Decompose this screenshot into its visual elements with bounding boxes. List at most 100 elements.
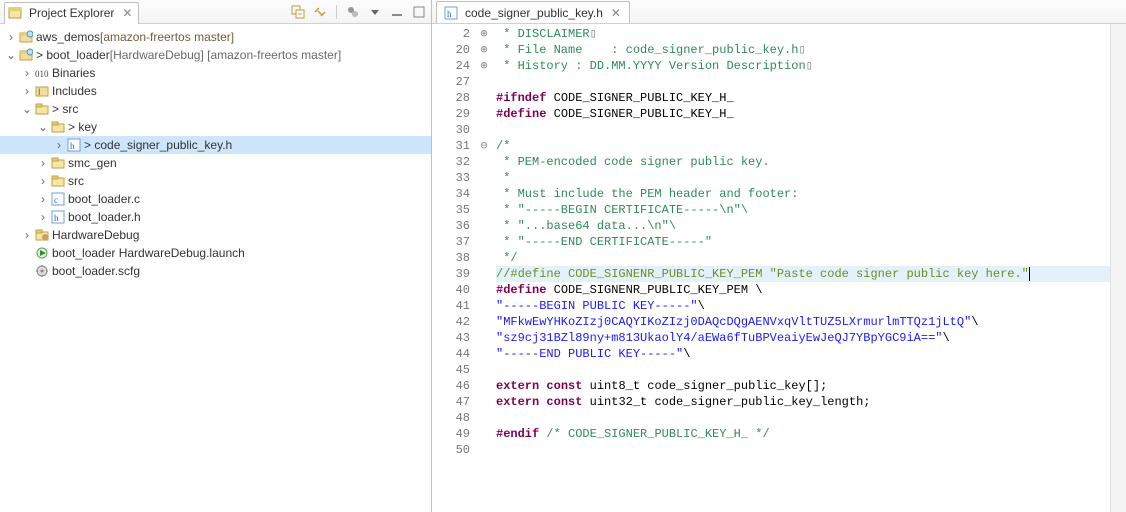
project-icon [18, 47, 34, 63]
close-icon[interactable]: ✕ [122, 6, 132, 20]
code-line[interactable]: "-----BEGIN PUBLIC KEY-----"\ [496, 298, 1110, 314]
tree-item-bl_c[interactable]: ›cboot_loader.c [0, 190, 431, 208]
folder-icon [50, 119, 66, 135]
code-line[interactable]: /* [496, 138, 1110, 154]
chevron-down-icon[interactable]: ⌄ [36, 120, 50, 134]
tree-item-src2[interactable]: › src [0, 172, 431, 190]
view-menu-icon[interactable] [367, 4, 383, 20]
code-line[interactable]: * "...base64 data...\n"\ [496, 218, 1110, 234]
chevron-down-icon[interactable]: ⌄ [20, 102, 34, 116]
tree-item-src[interactable]: ⌄src [0, 100, 431, 118]
chevron-right-icon[interactable]: › [36, 210, 50, 224]
tree-item-hwdebug[interactable]: ›HardwareDebug [0, 226, 431, 244]
tree-item-includes[interactable]: ›IIncludes [0, 82, 431, 100]
minimize-icon[interactable] [389, 4, 405, 20]
tree-item-smc_gen[interactable]: ›smc_gen [0, 154, 431, 172]
tree-item-label: boot_loader HardwareDebug.launch [52, 246, 245, 260]
link-editor-icon[interactable] [312, 4, 328, 20]
chevron-right-icon[interactable]: › [52, 138, 66, 152]
code-token: \ [698, 299, 705, 313]
code-line[interactable]: extern const uint8_t code_signer_public_… [496, 378, 1110, 394]
fold-expanded-icon[interactable]: ⊖ [476, 138, 492, 154]
line-number: 24 [432, 58, 470, 74]
code-line[interactable]: * File Name : code_signer_public_key.h▯ [496, 42, 1110, 58]
code-line[interactable]: #define CODE_SIGNER_PUBLIC_KEY_H_ [496, 106, 1110, 122]
tree-item-label: src [68, 174, 84, 188]
code-text[interactable]: * DISCLAIMER▯ * File Name : code_signer_… [492, 24, 1110, 512]
chevron-right-icon[interactable]: › [20, 84, 34, 98]
code-token: #define [496, 107, 546, 121]
code-line[interactable]: * PEM-encoded code signer public key. [496, 154, 1110, 170]
code-token: //#define CODE_SIGNENR_PUBLIC_KEY_PEM "P… [496, 267, 1029, 281]
code-line[interactable]: "-----END PUBLIC KEY-----"\ [496, 346, 1110, 362]
code-line[interactable]: //#define CODE_SIGNENR_PUBLIC_KEY_PEM "P… [496, 266, 1110, 282]
code-line[interactable] [496, 442, 1110, 458]
chevron-right-icon[interactable]: › [20, 228, 34, 242]
code-line[interactable]: */ [496, 250, 1110, 266]
code-line[interactable]: * Must include the PEM header and footer… [496, 186, 1110, 202]
tree-item-decoration: [amazon-freertos master] [100, 30, 234, 44]
code-token: ▯ [590, 27, 597, 41]
code-line[interactable] [496, 410, 1110, 426]
c-file-icon: c [50, 191, 66, 207]
tree-item-decoration: [HardwareDebug] [amazon-freertos master] [110, 48, 341, 62]
code-line[interactable] [496, 362, 1110, 378]
code-line[interactable]: * DISCLAIMER▯ [496, 26, 1110, 42]
code-line[interactable]: * "-----END CERTIFICATE-----" [496, 234, 1110, 250]
chevron-right-icon[interactable]: › [36, 192, 50, 206]
tree-item-label: boot_loader [36, 48, 110, 62]
code-token: #endif [496, 427, 539, 441]
collapse-all-icon[interactable] [290, 4, 306, 20]
navigator-icon [7, 5, 23, 21]
code-token: * File Name : code_signer_public_key.h [496, 43, 798, 57]
fold-collapsed-icon[interactable]: ⊕ [476, 26, 492, 42]
tree-item-bl_h[interactable]: ›hboot_loader.h [0, 208, 431, 226]
maximize-icon[interactable] [411, 4, 427, 20]
code-line[interactable]: * "-----BEGIN CERTIFICATE-----\n"\ [496, 202, 1110, 218]
code-line[interactable]: #endif /* CODE_SIGNER_PUBLIC_KEY_H_ */ [496, 426, 1110, 442]
tree-item-aws_demos[interactable]: ›aws_demos [amazon-freertos master] [0, 28, 431, 46]
code-line[interactable]: "sz9cj31BZl89ny+m813UkaolY4/aEWa6fTuBPVe… [496, 330, 1110, 346]
code-token: "sz9cj31BZl89ny+m813UkaolY4/aEWa6fTuBPVe… [496, 331, 942, 345]
line-number: 28 [432, 90, 470, 106]
chevron-right-icon[interactable]: › [36, 174, 50, 188]
line-number: 42 [432, 314, 470, 330]
code-line[interactable]: #define CODE_SIGNENR_PUBLIC_KEY_PEM \ [496, 282, 1110, 298]
tree-item-scfg[interactable]: boot_loader.scfg [0, 262, 431, 280]
tree-item-launch[interactable]: boot_loader HardwareDebug.launch [0, 244, 431, 262]
folding-gutter[interactable]: ⊕⊕⊕⊖ [476, 24, 492, 512]
chevron-right-icon[interactable]: › [20, 66, 34, 80]
fold-none [476, 298, 492, 314]
chevron-down-icon[interactable]: ⌄ [4, 48, 18, 62]
tree-item-boot_loader[interactable]: ⌄ boot_loader [HardwareDebug] [amazon-fre… [0, 46, 431, 64]
code-token: * PEM-encoded code signer public key. [496, 155, 770, 169]
launch-icon [34, 245, 50, 261]
focus-icon[interactable] [345, 4, 361, 20]
tree-item-key[interactable]: ⌄key [0, 118, 431, 136]
code-line[interactable]: "MFkwEwYHKoZIzj0CAQYIKoZIzj0DAQcDQgAENVx… [496, 314, 1110, 330]
h-file-icon: h [443, 5, 459, 21]
code-token: * DISCLAIMER [496, 27, 590, 41]
code-line[interactable] [496, 74, 1110, 90]
code-line[interactable]: * History : DD.MM.YYYY Version Descripti… [496, 58, 1110, 74]
binaries-icon: 010 [34, 65, 50, 81]
fold-none [476, 442, 492, 458]
tree-item-binaries[interactable]: ›010Binaries [0, 64, 431, 82]
line-number: 47 [432, 394, 470, 410]
project-explorer-tab[interactable]: Project Explorer ✕ [4, 2, 139, 24]
close-icon[interactable]: ✕ [611, 6, 621, 20]
code-line[interactable]: #ifndef CODE_SIGNER_PUBLIC_KEY_H_ [496, 90, 1110, 106]
chevron-right-icon[interactable]: › [36, 156, 50, 170]
code-line[interactable]: * [496, 170, 1110, 186]
fold-none [476, 410, 492, 426]
code-line[interactable] [496, 122, 1110, 138]
fold-collapsed-icon[interactable]: ⊕ [476, 58, 492, 74]
project-tree[interactable]: ›aws_demos [amazon-freertos master] ⌄ boot… [0, 24, 431, 512]
editor-tab[interactable]: h code_signer_public_key.h ✕ [436, 1, 630, 23]
code-line[interactable]: extern const uint32_t code_signer_public… [496, 394, 1110, 410]
tree-item-csigner[interactable]: ›hcode_signer_public_key.h [0, 136, 431, 154]
chevron-right-icon[interactable]: › [4, 30, 18, 44]
vertical-scrollbar[interactable] [1110, 24, 1126, 512]
fold-collapsed-icon[interactable]: ⊕ [476, 42, 492, 58]
folder-src-icon [34, 101, 50, 117]
